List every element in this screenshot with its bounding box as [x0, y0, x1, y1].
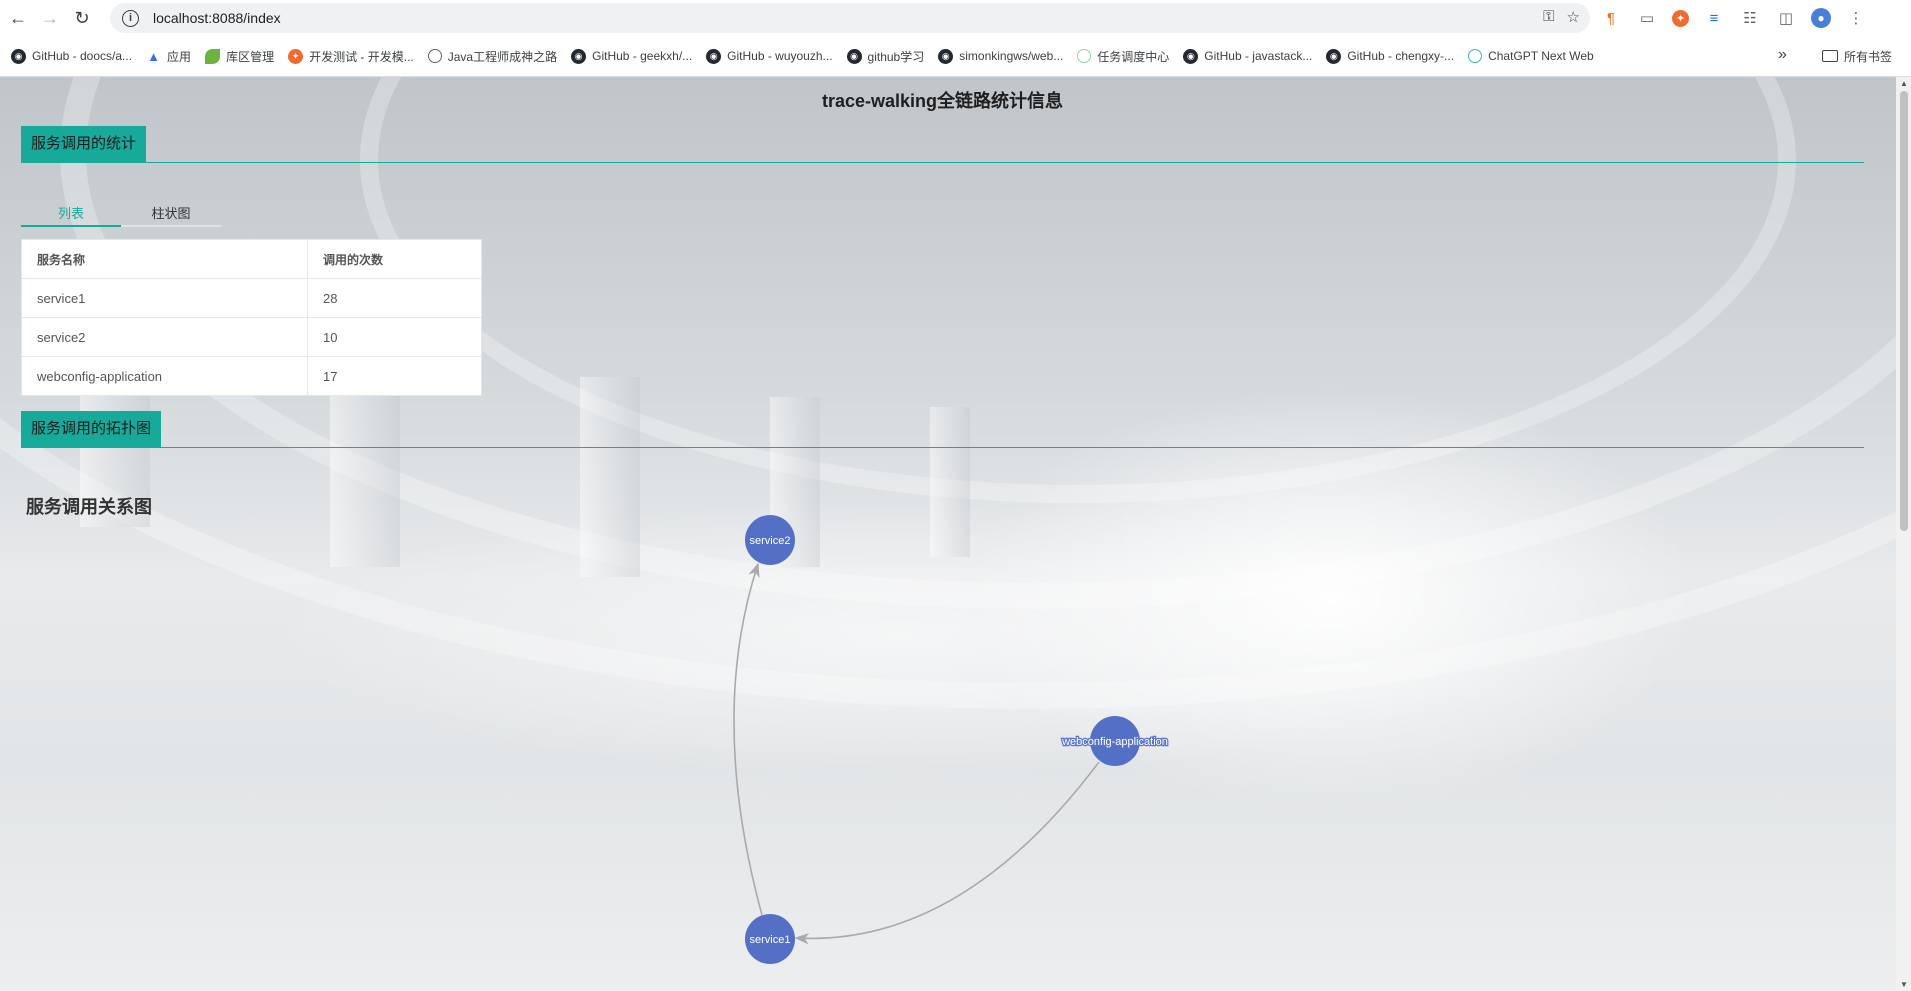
bookmarks-bar: ◉ GitHub - doocs/a... ▲ 应用 库区管理 ✦ 开发测试 - 开发… — [0, 36, 1911, 77]
bookmark-item[interactable]: ▲ 应用 — [143, 48, 194, 65]
bookmark-item[interactable]: ◉ GitHub - javastack... — [1180, 48, 1315, 64]
page-viewport: trace-walking全链路统计信息 服务调用的统计 列表 柱状图 服务名称… — [0, 77, 1911, 991]
reload-icon[interactable]: ↻ — [68, 4, 96, 32]
graph-node-service1[interactable]: service1 — [745, 914, 795, 964]
bookmark-label: ChatGPT Next Web — [1488, 49, 1594, 63]
github-icon: ◉ — [938, 48, 954, 64]
folder-icon — [1822, 50, 1838, 62]
address-bar[interactable]: i localhost:8088/index ⚿ ☆ — [110, 3, 1590, 33]
globe-icon — [427, 49, 442, 63]
side-panel-icon[interactable]: ◫ — [1775, 7, 1797, 29]
graph-node-webconfig-application[interactable]: webconfig-application — [1060, 716, 1169, 766]
bookmark-label: 应用 — [167, 49, 192, 64]
bookmark-item[interactable]: 任务调度中心 — [1074, 48, 1172, 65]
bookmark-label: GitHub - doocs/a... — [32, 49, 133, 63]
bookmark-item[interactable]: ◉ GitHub - geekxh/... — [568, 48, 695, 64]
graph-node-service2[interactable]: service2 — [745, 515, 795, 565]
extensions-puzzle-icon[interactable]: ☷ — [1739, 7, 1761, 29]
bookmark-item[interactable]: ◉ GitHub - wuyouzh... — [703, 48, 835, 64]
bookmark-label: GitHub - chengxy-... — [1347, 49, 1455, 63]
scrollbar-thumb[interactable] — [1900, 91, 1908, 531]
github-icon: ◉ — [706, 48, 722, 64]
all-bookmarks-button[interactable]: 所有书签 — [1822, 36, 1892, 76]
forward-icon[interactable]: → — [36, 4, 64, 32]
github-icon: ◉ — [571, 48, 587, 64]
password-key-icon[interactable]: ⚿ — [1543, 8, 1554, 26]
leaf-icon — [205, 48, 221, 64]
github-icon: ◉ — [1183, 48, 1199, 64]
bookmark-label: Java工程师成神之路 — [447, 49, 558, 64]
site-info-icon[interactable]: i — [122, 9, 139, 27]
extension-reader-icon[interactable]: ▭ — [1636, 7, 1658, 29]
bookmark-label: GitHub - geekxh/... — [592, 49, 693, 63]
bookmark-item[interactable]: ChatGPT Next Web — [1465, 49, 1597, 63]
bookmark-label: simonkingws/web... — [959, 49, 1064, 63]
bookmark-star-icon[interactable]: ☆ — [1567, 8, 1580, 26]
chatgpt-icon — [1468, 49, 1483, 63]
node-label: service2 — [750, 535, 791, 547]
bookmark-label: 任务调度中心 — [1097, 49, 1170, 64]
node-label: webconfig-application — [1061, 736, 1168, 748]
topology-graph[interactable]: service2 webconfig-application service1 — [0, 77, 1885, 991]
browser-menu-icon[interactable]: ⋮ — [1845, 7, 1867, 29]
bookmark-item[interactable]: ◉ github学习 — [844, 48, 928, 65]
bookmark-label: GitHub - javastack... — [1204, 49, 1313, 63]
scroll-up-arrow-icon[interactable]: ▲ — [1900, 79, 1908, 88]
bookmark-item[interactable]: Java工程师成神之路 — [425, 48, 560, 65]
schedule-icon — [1077, 49, 1092, 63]
back-icon[interactable]: ← — [4, 4, 32, 32]
edge-webconfig-to-service1 — [794, 761, 1100, 945]
bookmark-item[interactable]: ✦ 开发测试 - 开发模... — [285, 48, 417, 65]
bookmark-item[interactable]: ◉ simonkingws/web... — [935, 48, 1066, 64]
address-url[interactable]: localhost:8088/index — [153, 10, 281, 26]
extension-pilcrow-icon[interactable]: ¶ — [1600, 7, 1622, 29]
github-icon: ◉ — [846, 48, 862, 64]
bookmark-label: 开发测试 - 开发模... — [309, 49, 414, 64]
scroll-down-arrow-icon[interactable]: ▼ — [1900, 980, 1908, 989]
bookmark-label: 库区管理 — [226, 49, 275, 64]
github-icon: ◉ — [11, 48, 26, 64]
vertical-scrollbar[interactable]: ▲ ▼ — [1896, 77, 1911, 991]
browser-toolbar: ← → ↻ i localhost:8088/index ⚿ ☆ ¶ ▭ ✦ ≡… — [0, 0, 1911, 36]
node-label: service1 — [750, 934, 791, 946]
bookmark-item[interactable]: ◉ GitHub - chengxy-... — [1323, 48, 1457, 64]
bookmark-label: GitHub - wuyouzh... — [727, 49, 833, 63]
edge-service1-to-service2 — [733, 562, 763, 916]
github-icon: ◉ — [1326, 48, 1342, 64]
extension-layers-icon[interactable]: ≡ — [1703, 7, 1725, 29]
more-bookmarks-chevron-icon[interactable]: » — [1778, 46, 1787, 64]
bookmark-item[interactable]: ◉ GitHub - doocs/a... — [8, 48, 135, 64]
bookmark-item[interactable]: 库区管理 — [202, 48, 277, 65]
extension-dev-icon[interactable]: ✦ — [1672, 9, 1689, 27]
dev-icon: ✦ — [288, 48, 304, 64]
bookmark-label: github学习 — [867, 49, 925, 64]
all-bookmarks-label: 所有书签 — [1844, 49, 1893, 64]
profile-avatar-icon[interactable]: ● — [1811, 8, 1831, 28]
apps-icon: ▲ — [147, 48, 160, 64]
